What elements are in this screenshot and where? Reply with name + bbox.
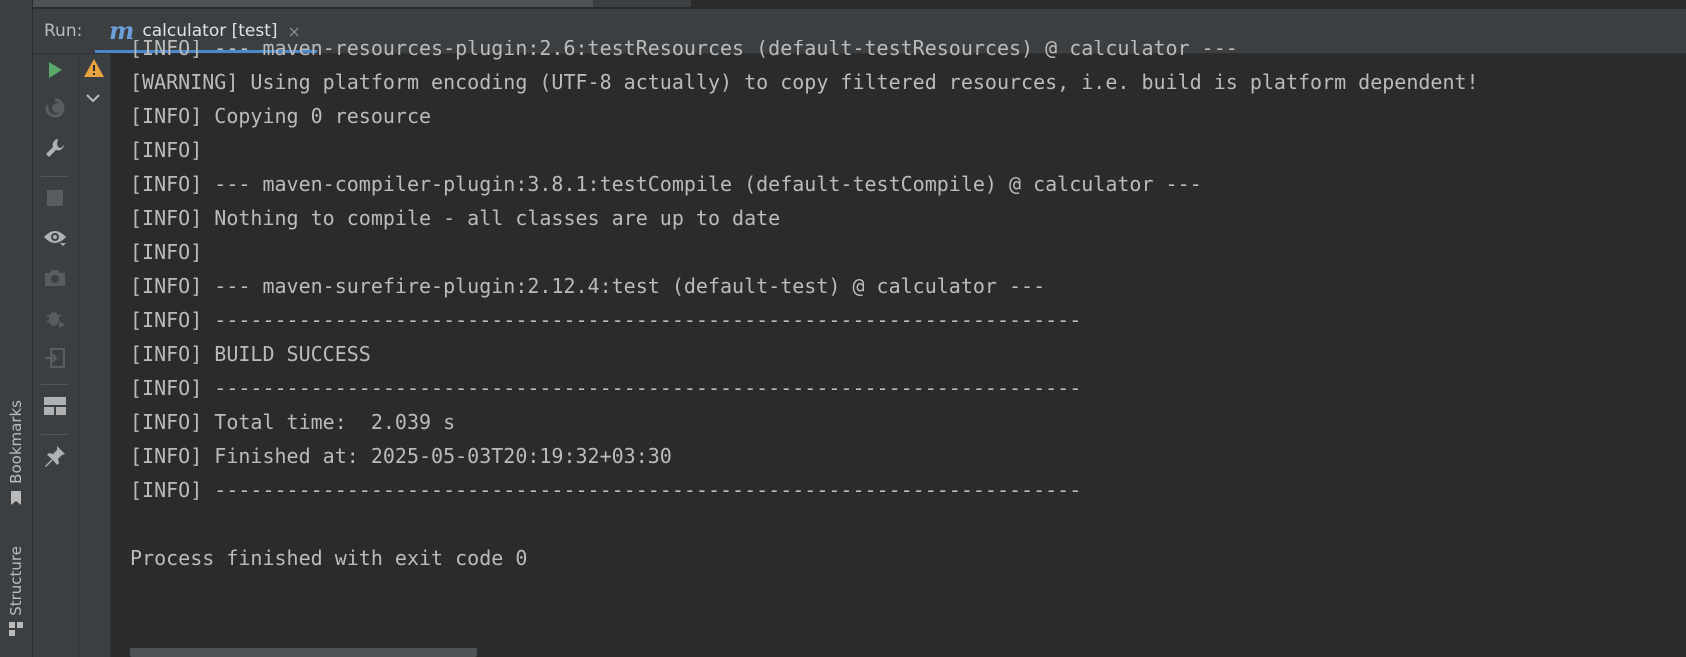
- stop-button[interactable]: [41, 186, 69, 214]
- eye-icon: [43, 228, 67, 252]
- console-line: [INFO] BUILD SUCCESS: [130, 342, 371, 366]
- console-line: [INFO]: [130, 240, 203, 264]
- console-line: [INFO] ---------------------------------…: [130, 478, 1082, 502]
- console-line: [INFO] Copying 0 resource: [130, 104, 432, 128]
- structure-icon: [9, 621, 23, 640]
- bookmark-icon: [10, 490, 22, 510]
- console-line: [INFO] --- maven-compiler-plugin:3.8.1:t…: [130, 172, 1202, 196]
- console-line: [INFO]: [130, 138, 203, 162]
- pin-tab-button[interactable]: [41, 444, 69, 472]
- run-toolbar: [33, 54, 79, 657]
- console-line: [INFO] Finished at: 2025-05-03T20:19:32+…: [130, 444, 672, 468]
- import-icon: [44, 347, 66, 373]
- close-icon[interactable]: ×: [288, 22, 301, 41]
- console-output[interactable]: [INFO] --- maven-resources-plugin:2.6:te…: [111, 40, 1686, 657]
- console-line: [INFO] --- maven-resources-plugin:2.6:te…: [130, 40, 1238, 60]
- tab-label: calculator [test]: [142, 21, 278, 41]
- top-scrollbar-area: [33, 0, 1686, 9]
- toolbar-separator: [41, 384, 69, 385]
- console-line: [INFO] ---------------------------------…: [130, 308, 1082, 332]
- console-line: [INFO] Total time: 2.039 s: [130, 410, 456, 434]
- warning-icon[interactable]: [83, 58, 105, 82]
- rerun-failed-icon: [44, 97, 66, 123]
- debug-button[interactable]: [41, 306, 69, 334]
- toolbar-separator: [41, 434, 69, 435]
- play-icon: [46, 61, 64, 83]
- chevron-down-icon[interactable]: [86, 88, 100, 107]
- console-line: [INFO] --- maven-surefire-plugin:2.12.4:…: [130, 274, 1046, 298]
- top-scrollbar-thumb[interactable]: [33, 0, 593, 7]
- show-passed-button[interactable]: [41, 226, 69, 254]
- wrench-icon: [44, 137, 66, 163]
- bug-icon: [44, 307, 66, 333]
- test-status-column: [79, 54, 111, 657]
- pin-icon: [44, 445, 66, 471]
- run-label: Run:: [44, 21, 83, 41]
- structure-tool-tab[interactable]: Structure: [4, 546, 28, 640]
- screenshot-button[interactable]: [41, 266, 69, 294]
- rerun-button[interactable]: [41, 58, 69, 86]
- settings-button[interactable]: [41, 136, 69, 164]
- left-tool-stripe: Bookmarks Structure: [0, 0, 33, 657]
- import-tests-button[interactable]: [41, 346, 69, 374]
- console-line: Process finished with exit code 0: [130, 546, 528, 570]
- camera-icon: [44, 269, 66, 291]
- toolbar-separator: [41, 176, 69, 177]
- console-line: [INFO] ---------------------------------…: [130, 376, 1082, 400]
- stop-icon: [47, 190, 63, 210]
- structure-label: Structure: [7, 546, 25, 616]
- bookmarks-label: Bookmarks: [7, 400, 25, 484]
- horizontal-scrollbar-thumb[interactable]: [130, 648, 477, 657]
- top-scrollbar-track: [593, 0, 691, 7]
- console-line: [WARNING] Using platform encoding (UTF-8…: [130, 70, 1479, 94]
- rerun-failed-tests-button[interactable]: [41, 96, 69, 124]
- layout-icon: [44, 397, 66, 419]
- layout-button[interactable]: [41, 394, 69, 422]
- bookmarks-tool-tab[interactable]: Bookmarks: [4, 400, 28, 510]
- console-line: [INFO] Nothing to compile - all classes …: [130, 206, 781, 230]
